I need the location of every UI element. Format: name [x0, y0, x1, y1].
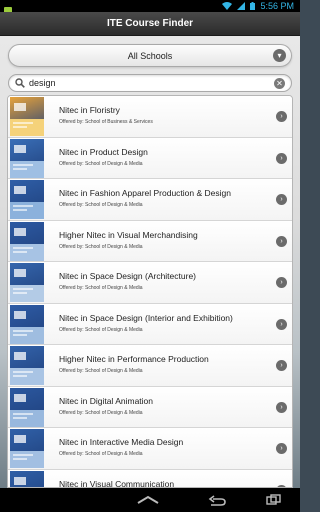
search-bar[interactable]: ✕ [8, 74, 292, 92]
chevron-down-icon: ▾ [273, 49, 286, 62]
chevron-right-icon[interactable]: › [276, 235, 287, 247]
course-offered-by: Offered by: School of Design & Media [59, 285, 143, 291]
chevron-right-icon[interactable]: › [276, 401, 287, 413]
page-title: ITE Course Finder [106, 18, 194, 29]
chevron-right-icon[interactable]: › [276, 443, 287, 454]
course-offered-by: Offered by: School of Design & Media [59, 160, 143, 167]
chevron-right-icon[interactable]: › [276, 277, 287, 288]
course-offered-by: Offered by: School of Design & Media [59, 451, 143, 457]
course-title: Nitec in Floristry [59, 105, 120, 115]
list-item[interactable]: Nitec in Visual CommunicationOffered by:… [8, 469, 292, 488]
chevron-right-icon[interactable]: › [276, 152, 287, 164]
course-thumbnail [10, 138, 44, 178]
list-item[interactable]: Higher Nitec in Performance Production Of… [8, 345, 292, 387]
list-item[interactable]: Nitec in Space Design (Interior and Exhi… [8, 303, 292, 345]
course-thumbnail [10, 221, 44, 261]
course-title: Nitec in Fashion Apparel Production & De… [59, 188, 231, 198]
chevron-right-icon[interactable]: › [276, 111, 287, 122]
course-title: Higher Nitec in Performance Production [59, 354, 209, 364]
list-item[interactable]: Nitec in Interactive Media Design Offered… [8, 428, 292, 470]
course-offered-by: Offered by: School of Design & Media [59, 326, 143, 333]
course-offered-by: Offered by: School of Design & Media [59, 409, 143, 416]
chevron-right-icon[interactable]: › [276, 360, 287, 371]
course-offered-by: Offered by: School of Business & Service… [59, 119, 153, 125]
course-thumbnail [10, 180, 44, 219]
school-select[interactable]: All Schools ▾ [8, 44, 292, 67]
course-title: Nitec in Product Design [59, 146, 148, 157]
clock: 5:56 PM [260, 1, 294, 11]
course-thumbnail [10, 97, 44, 136]
list-item[interactable]: Higher Nitec in Visual Merchandising Offe… [8, 220, 292, 262]
course-title: Nitec in Space Design (Architecture) [59, 271, 197, 281]
search-icon [15, 78, 25, 88]
course-list: Nitec in Floristry Offered by: School of … [7, 95, 293, 488]
course-offered-by: Offered by: School of Design & Media [59, 368, 143, 374]
back-icon[interactable] [136, 494, 160, 506]
recent-apps-icon[interactable] [262, 494, 286, 506]
status-bar: 5:56 PM [0, 0, 300, 15]
list-item[interactable]: Nitec in Space Design (Architecture) Offe… [8, 262, 292, 304]
course-thumbnail [10, 346, 44, 385]
course-title: Nitec in Visual Communication [59, 478, 175, 488]
clear-icon[interactable]: ✕ [274, 77, 285, 89]
course-thumbnail [10, 263, 44, 302]
course-title: Nitec in Digital Animation [59, 395, 154, 406]
chevron-right-icon[interactable]: › [276, 318, 287, 330]
school-select-label: All Schools [127, 50, 173, 61]
course-thumbnail [10, 470, 44, 487]
list-item[interactable]: Nitec in Fashion Apparel Production & De… [8, 179, 292, 221]
course-title: Nitec in Space Design (Interior and Exhi… [59, 312, 233, 323]
main-content: All Schools ▾ ✕ Nitec in Floristry Offere… [0, 36, 300, 488]
course-thumbnail [10, 387, 44, 427]
course-title: Higher Nitec in Visual Merchandising [59, 229, 198, 240]
course-thumbnail [10, 304, 44, 344]
course-thumbnail [10, 429, 44, 468]
home-icon[interactable] [205, 494, 229, 506]
app-header: ITE Course Finder [0, 12, 300, 36]
course-offered-by: Offered by: School of Design & Media [59, 243, 143, 250]
navigation-bar [0, 488, 300, 512]
course-offered-by: Offered by: School of Design & Media [59, 202, 143, 208]
chevron-right-icon[interactable]: › [276, 194, 287, 205]
list-item[interactable]: Nitec in Digital Animation Offered by: Sc… [8, 386, 292, 428]
list-item[interactable]: Nitec in Floristry Offered by: School of … [8, 96, 292, 138]
search-input[interactable] [29, 78, 274, 88]
list-item[interactable]: Nitec in Product Design Offered by: Schoo… [8, 137, 292, 179]
course-title: Nitec in Interactive Media Design [59, 437, 184, 447]
